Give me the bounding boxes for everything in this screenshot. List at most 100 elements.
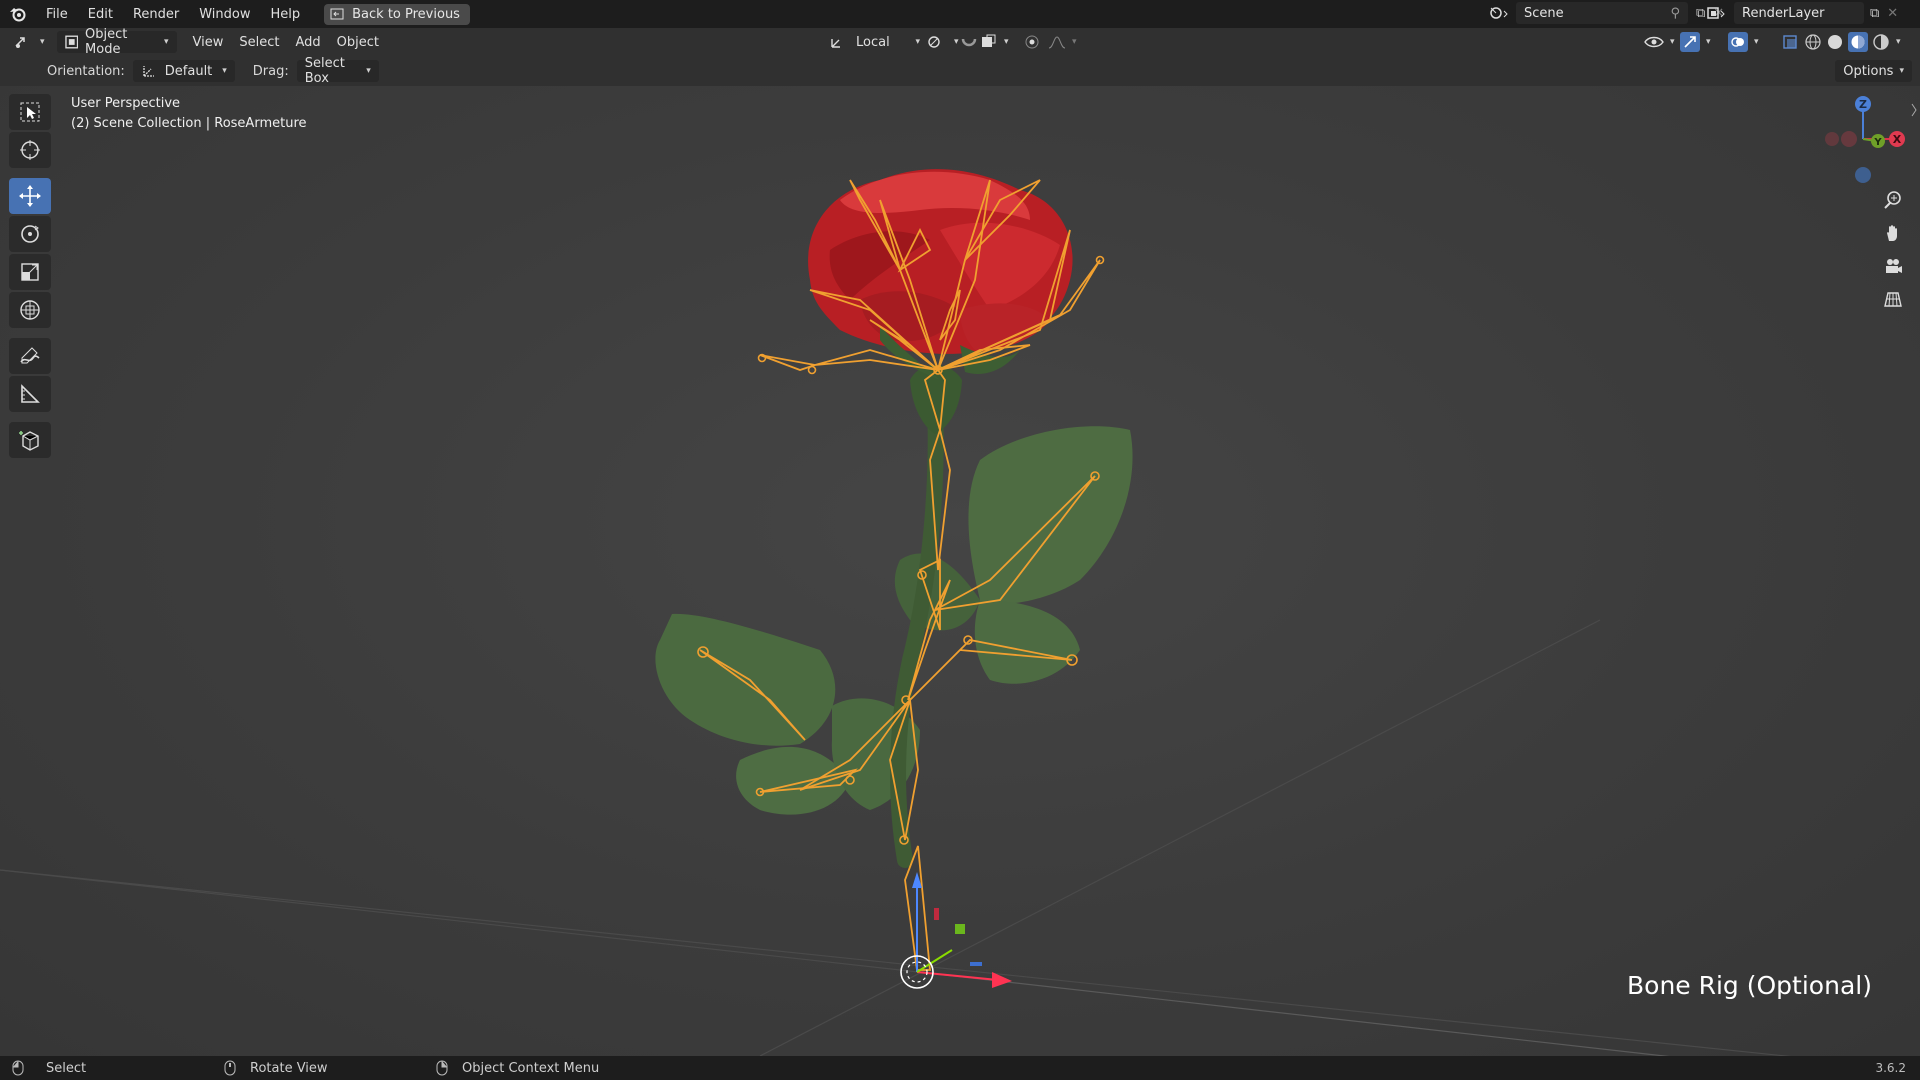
object-mode-icon (64, 35, 78, 49)
overlays-icon (1731, 37, 1744, 47)
status-rotate: Rotate View (224, 1060, 328, 1076)
menu-render[interactable]: Render (123, 7, 189, 22)
scene-selector[interactable]: Scene ⚲ ⧉ ✕ (1488, 2, 1724, 24)
back-icon (330, 8, 344, 20)
select-box-tool[interactable] (9, 94, 51, 130)
transform-icon (20, 300, 40, 320)
scene-name[interactable]: Scene (1524, 6, 1564, 21)
collection-info: (2) Scene Collection | RoseArmeture (71, 116, 307, 131)
viewport-scene: Z Y X (0, 96, 1917, 1056)
rose-bloom (808, 169, 1073, 380)
top-bar: File Edit Render Window Help Back to Pre… (0, 0, 1920, 28)
scale-tool[interactable] (9, 254, 51, 290)
render-layer-name[interactable]: RenderLayer (1742, 6, 1825, 21)
menu-object[interactable]: Object (329, 31, 387, 53)
pivot-icon (928, 36, 940, 48)
drag-dropdown[interactable]: Select Box ▾ (296, 56, 379, 86)
snap-increment-icon (982, 34, 996, 47)
rendered-shading-icon[interactable] (1872, 33, 1890, 51)
floor-grid-axis-line (917, 971, 1670, 1056)
orientation-setting-label: Orientation: (47, 63, 125, 79)
options-dropdown[interactable]: Options ▾ (1835, 60, 1912, 82)
status-select-label: Select (46, 1060, 87, 1076)
camera-view-button[interactable] (1878, 251, 1908, 281)
rotate-tool[interactable] (9, 216, 51, 252)
shading-options-chevron[interactable]: ▾ (1896, 37, 1901, 47)
rotate-icon (21, 225, 39, 243)
pan-button[interactable] (1878, 218, 1908, 248)
cursor-icon (20, 140, 40, 160)
solid-shading-icon[interactable] (1826, 33, 1844, 51)
zoom-button[interactable] (1878, 185, 1908, 215)
status-context: Object Context Menu (436, 1060, 599, 1076)
material-preview-button[interactable] (1848, 32, 1868, 52)
transform-gizmo (900, 872, 1012, 989)
falloff-dropdown[interactable]: ▾ (1040, 31, 1085, 53)
wireframe-shading-icon[interactable] (1804, 33, 1822, 51)
new-layer-icon[interactable]: ⧉ (1870, 6, 1879, 21)
pin-icon[interactable]: ⚲ (1670, 6, 1680, 21)
drag-setting-label: Drag: (252, 63, 289, 79)
viewport-header: ▾ Object Mode ▾ View Select Add Object L… (0, 27, 1920, 57)
xray-toggle[interactable] (1774, 31, 1806, 53)
back-to-previous-button[interactable]: Back to Previous (324, 3, 470, 25)
3d-viewport[interactable]: Z Y X (0, 86, 1920, 1056)
menu-edit[interactable]: Edit (78, 7, 123, 22)
status-rotate-label: Rotate View (250, 1060, 328, 1076)
mouse-right-icon (436, 1060, 448, 1076)
add-cube-tool[interactable] (9, 422, 51, 458)
snap-target-dropdown[interactable]: ▾ (972, 31, 1017, 53)
back-button-label: Back to Previous (352, 6, 460, 22)
main-menu: File Edit Render Window Help (36, 7, 310, 22)
drag-value: Select Box (304, 56, 345, 86)
scale-icon (21, 263, 39, 281)
gizmo-toggle[interactable]: ▾ (1672, 31, 1719, 53)
annotate-icon (20, 347, 40, 364)
mode-label: Object Mode (85, 27, 128, 57)
perspective-toggle-button[interactable] (1878, 284, 1908, 314)
blender-logo-icon[interactable] (0, 0, 36, 28)
menu-help[interactable]: Help (261, 7, 311, 22)
sidebar-toggle-icon[interactable] (1911, 103, 1917, 117)
measure-tool[interactable] (9, 376, 51, 412)
new-scene-icon[interactable]: ⧉ (1696, 6, 1705, 21)
zoom-icon (1884, 191, 1901, 209)
mouse-middle-icon (224, 1060, 236, 1076)
render-layer-selector[interactable]: RenderLayer ⧉ ✕ (1706, 2, 1898, 24)
gizmo-icon (1684, 36, 1696, 48)
delete-layer-icon[interactable]: ✕ (1887, 6, 1898, 21)
default-orientation-icon (143, 66, 154, 77)
menu-file[interactable]: File (36, 7, 78, 22)
add-cube-icon (19, 431, 39, 451)
status-bar: Select Rotate View Object Context Menu 3… (0, 1056, 1920, 1080)
scene-icon (1490, 7, 1508, 19)
mode-dropdown[interactable]: Object Mode ▾ (56, 27, 177, 57)
menu-select[interactable]: Select (231, 31, 287, 53)
material-shading-icon (1851, 35, 1865, 49)
menu-view[interactable]: View (185, 31, 232, 53)
annotate-tool[interactable] (9, 338, 51, 374)
transform-tool[interactable] (9, 292, 51, 328)
gizmo-y-label: Y (1873, 137, 1882, 148)
version-label: 3.6.2 (1875, 1061, 1906, 1075)
editor-type-button[interactable]: ▾ (6, 31, 53, 53)
status-select: Select (12, 1060, 86, 1076)
measure-icon (21, 384, 40, 403)
orientation-label: Local (856, 34, 890, 50)
cursor-tool[interactable] (9, 132, 51, 168)
overlays-toggle[interactable]: ▾ (1720, 31, 1767, 53)
transform-orientation-dropdown[interactable]: Local ▾ (822, 31, 928, 53)
orientation-dropdown[interactable]: Default ▾ (132, 60, 235, 82)
gizmo-x-label: X (1893, 133, 1902, 146)
camera-icon (1886, 259, 1902, 273)
move-tool[interactable] (9, 178, 51, 214)
hand-icon (1887, 225, 1897, 241)
falloff-curve-icon (1048, 36, 1066, 49)
menu-window[interactable]: Window (189, 7, 260, 22)
navigation-controls (1878, 185, 1908, 317)
options-label: Options (1843, 63, 1894, 79)
grid-perspective-icon (1884, 292, 1902, 307)
eye-icon (1644, 36, 1664, 48)
render-layer-icon (1707, 7, 1725, 19)
menu-add[interactable]: Add (288, 31, 329, 53)
